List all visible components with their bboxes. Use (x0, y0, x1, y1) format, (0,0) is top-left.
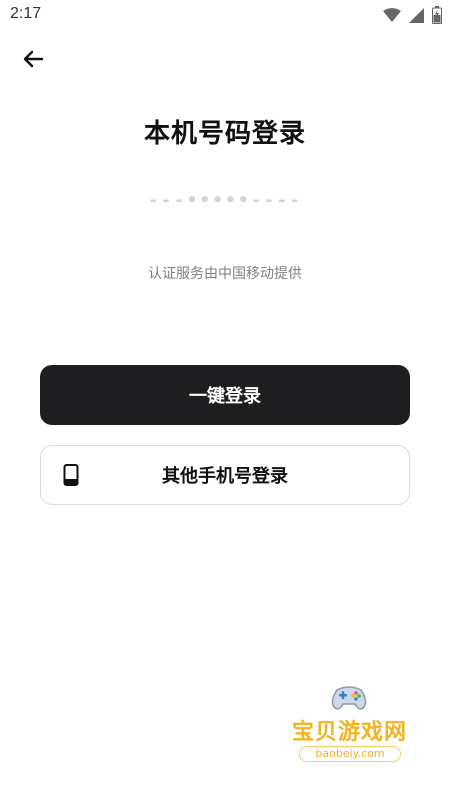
one-click-login-label: 一键登录 (189, 386, 261, 407)
back-button[interactable] (18, 44, 48, 74)
other-phone-login-button[interactable]: 其他手机号登录 (40, 445, 410, 505)
status-time: 2:17 (10, 5, 42, 22)
gamepad-icon (329, 684, 369, 712)
battery-icon (432, 6, 442, 24)
wifi-icon (383, 8, 401, 22)
watermark-title: 宝贝游戏网 (291, 720, 407, 745)
page-title: 本机号码登录 (143, 119, 306, 149)
auth-provider-text: 认证服务由中国移动提供 (148, 266, 302, 282)
watermark-logo: 宝贝游戏网 baobeiy.com (277, 680, 422, 780)
masked-phone-number: ---•••••---- (147, 190, 303, 211)
status-icons (383, 6, 442, 24)
status-bar: 2:17 (0, 0, 450, 32)
phone-icon (63, 464, 79, 486)
watermark-url: baobeiy.com (299, 746, 401, 762)
other-phone-login-label: 其他手机号登录 (162, 466, 288, 487)
arrow-left-icon (22, 50, 44, 68)
one-click-login-button[interactable]: 一键登录 (40, 365, 410, 425)
signal-icon (409, 7, 424, 23)
